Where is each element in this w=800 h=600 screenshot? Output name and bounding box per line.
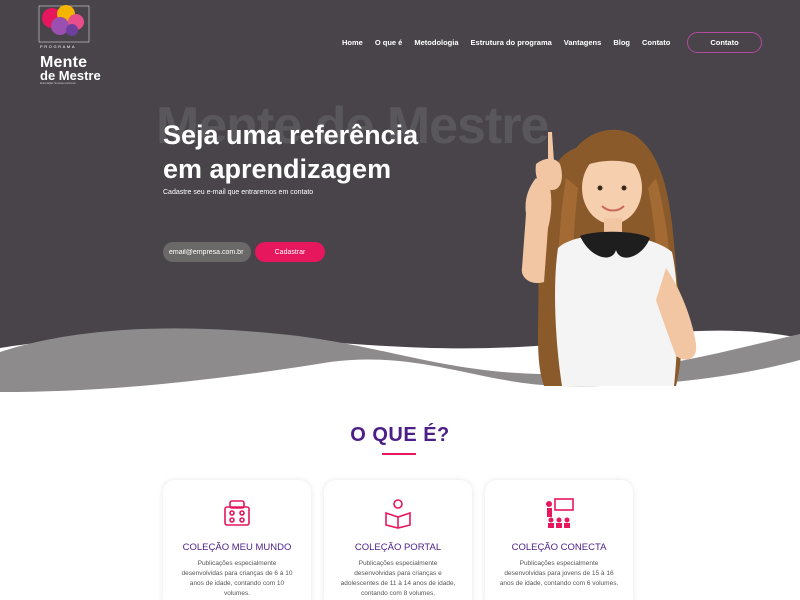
- reader-icon: [385, 499, 411, 529]
- email-input[interactable]: [163, 242, 251, 262]
- brand-tag: PROGRAMA: [40, 44, 77, 49]
- card-meu-mundo[interactable]: COLEÇÃO MEU MUNDO Publicações especialme…: [163, 480, 311, 600]
- contact-button[interactable]: Contato: [687, 32, 762, 53]
- blocks-icon: [224, 500, 250, 526]
- hero-subline: Cadastre seu e-mail que entraremos em co…: [163, 189, 314, 196]
- card-description: Publicações especialmente desenvolvidas …: [499, 560, 619, 587]
- nav-vantagens[interactable]: Vantagens: [564, 38, 602, 47]
- main-nav: Home O que é Metodologia Estrutura do pr…: [342, 38, 682, 47]
- nav-estrutura[interactable]: Estrutura do programa: [471, 38, 552, 47]
- brand-subtitle: Educação Socioemocional: [40, 81, 76, 85]
- card-portal[interactable]: COLEÇÃO PORTAL Publicações especialmente…: [324, 480, 472, 600]
- card-description: Publicações especialmente desenvolvidas …: [181, 560, 293, 597]
- hero-section: PROGRAMA Mente de Mestre Educação Socioe…: [0, 0, 800, 392]
- card-title: COLEÇÃO PORTAL: [354, 542, 442, 553]
- title-underline: [382, 453, 416, 455]
- card-conecta[interactable]: COLEÇÃO CONECTA Publicações especialment…: [485, 480, 633, 600]
- cadastrar-button[interactable]: Cadastrar: [255, 242, 325, 262]
- girl-pointing-image: [521, 129, 697, 386]
- card-title: COLEÇÃO CONECTA: [511, 542, 607, 553]
- hero-headline: Seja uma referência em aprendizagem: [163, 120, 419, 184]
- nav-o-que-e[interactable]: O que é: [375, 38, 403, 47]
- card-title: COLEÇÃO MEU MUNDO: [182, 542, 292, 553]
- section-title: O QUE É?: [350, 424, 450, 446]
- classroom-icon: [546, 498, 574, 528]
- nav-home[interactable]: Home: [342, 38, 363, 47]
- nav-blog[interactable]: Blog: [613, 38, 630, 47]
- nav-contato[interactable]: Contato: [642, 38, 670, 47]
- card-description: Publicações especialmente desenvolvidas …: [340, 560, 456, 597]
- nav-metodologia[interactable]: Metodologia: [414, 38, 458, 47]
